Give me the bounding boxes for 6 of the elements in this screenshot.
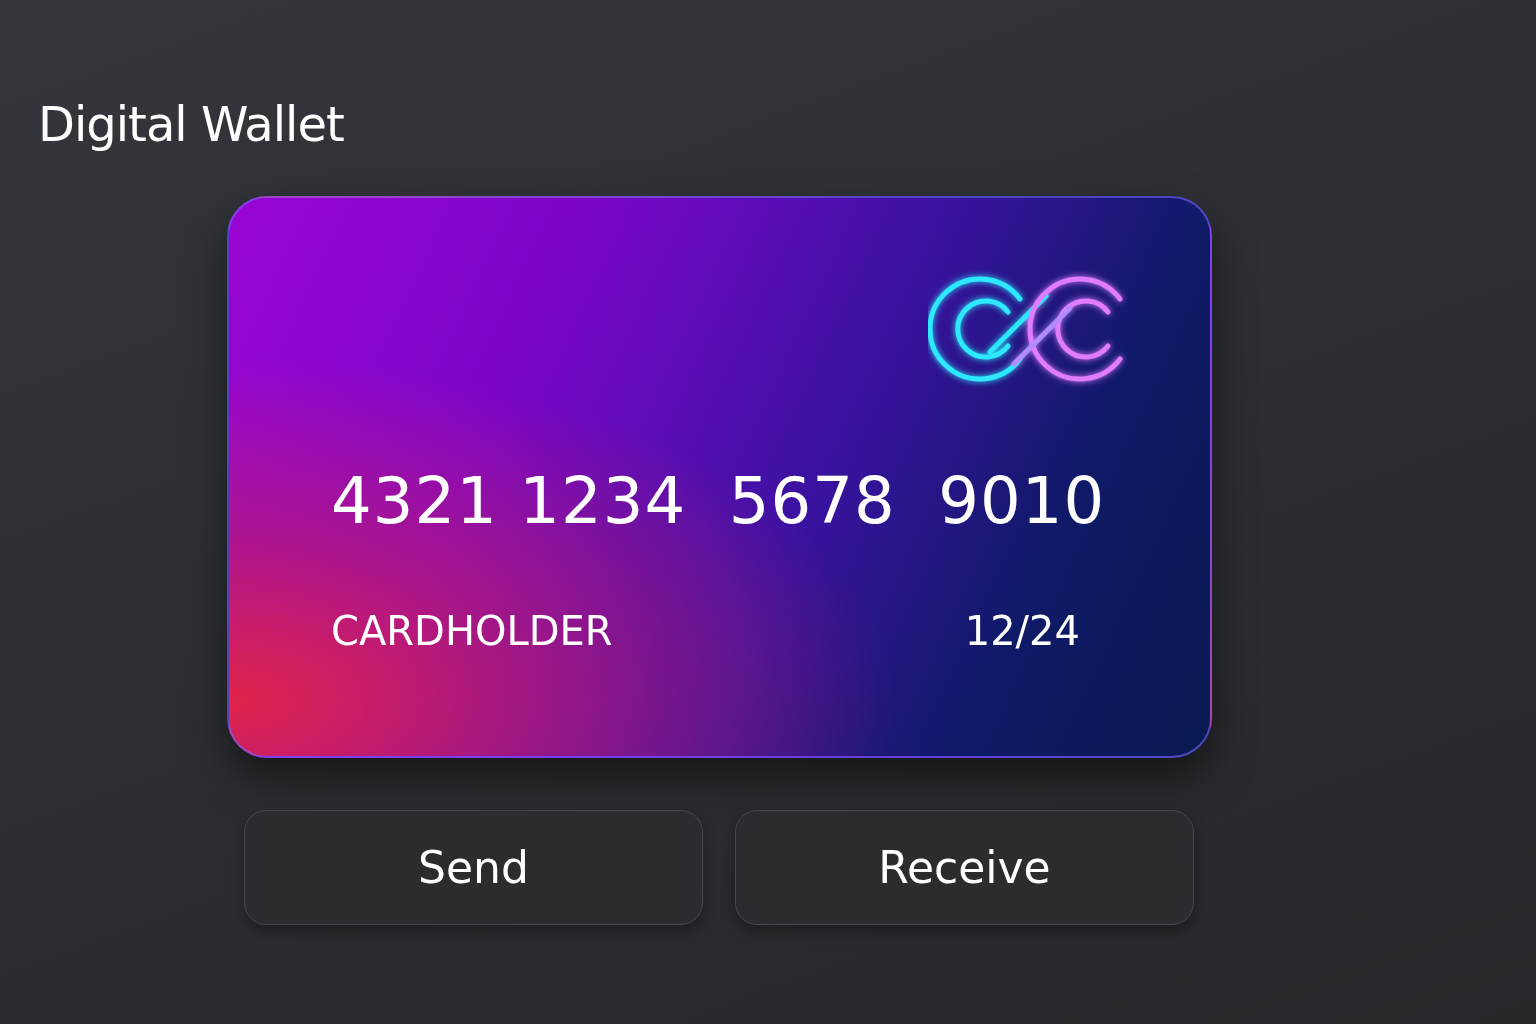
cardholder-name: CARDHOLDER bbox=[331, 608, 613, 654]
card-number: 4321 1234 5678 9010 bbox=[331, 464, 1107, 538]
page-title: Digital Wallet bbox=[38, 95, 345, 154]
send-button[interactable]: Send bbox=[244, 810, 703, 925]
receive-button[interactable]: Receive bbox=[735, 810, 1194, 925]
expiry-date: 12/24 bbox=[964, 608, 1080, 654]
